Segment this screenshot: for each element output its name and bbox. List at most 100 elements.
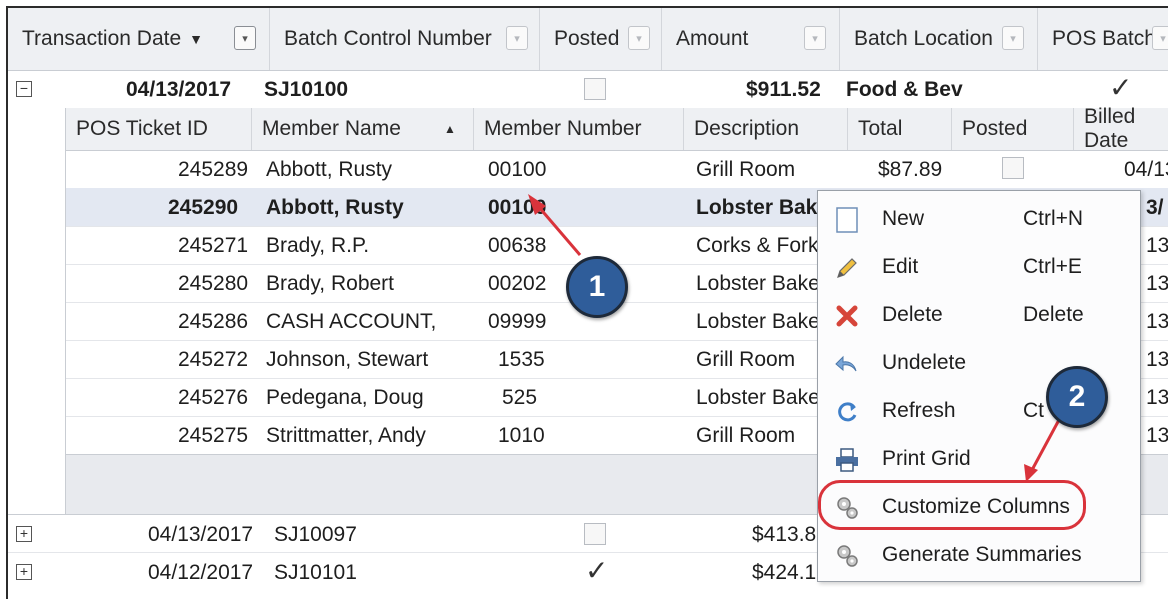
col-pos-batch[interactable]: POS Batch ▾ bbox=[1038, 8, 1168, 70]
menu-item-label: Generate Summaries bbox=[882, 543, 1082, 566]
detail-grid-header: POS Ticket ID Member Name ▲ Member Number… bbox=[66, 105, 1168, 152]
member-name: Strittmatter, Andy bbox=[266, 424, 426, 447]
batch-date: 04/13/2017 bbox=[126, 78, 232, 101]
member-number: 00202 bbox=[488, 272, 547, 295]
billed-date: 04/13/ bbox=[1124, 158, 1168, 181]
new-document-icon bbox=[836, 207, 858, 233]
menu-item-delete[interactable]: Delete Delete bbox=[818, 291, 1138, 339]
ticket-id: 245275 bbox=[178, 424, 249, 447]
billed-date: 13/ bbox=[1146, 424, 1168, 447]
callout-2: 2 bbox=[1046, 366, 1108, 428]
menu-item-label: Edit bbox=[882, 255, 919, 278]
customize-columns-highlight bbox=[818, 480, 1086, 530]
col-billed-date-label: Billed Date bbox=[1084, 105, 1136, 152]
ticket-id: 245289 bbox=[178, 158, 249, 181]
callout-1: 1 bbox=[566, 256, 628, 318]
posted-checkbox[interactable] bbox=[1002, 157, 1024, 179]
col-member-name[interactable]: Member Name ▲ bbox=[252, 108, 474, 150]
delete-x-icon bbox=[836, 305, 858, 327]
member-name: Pedegana, Doug bbox=[266, 386, 424, 409]
member-number: 09999 bbox=[488, 310, 547, 333]
description: Lobster Bake bbox=[696, 272, 820, 295]
ticket-id: 245290 bbox=[168, 196, 239, 219]
col-transaction-date[interactable]: Transaction Date ▼ ▾ bbox=[8, 8, 270, 70]
gears-icon bbox=[837, 545, 858, 567]
col-detail-posted[interactable]: Posted bbox=[952, 108, 1074, 150]
batch-number: SJ10097 bbox=[274, 523, 357, 546]
description: Lobster Bake bbox=[696, 386, 820, 409]
main-grid-header: Transaction Date ▼ ▾ Batch Control Numbe… bbox=[8, 8, 1168, 71]
col-batch-location[interactable]: Batch Location ▾ bbox=[840, 8, 1038, 70]
batch-number: SJ10100 bbox=[264, 78, 349, 101]
expand-icon[interactable]: + bbox=[16, 526, 32, 542]
col-transaction-date-label: Transaction Date bbox=[22, 27, 182, 50]
menu-item-edit[interactable]: Edit Ctrl+E bbox=[818, 243, 1138, 291]
col-member-name-label: Member Name bbox=[262, 117, 401, 140]
refresh-icon bbox=[838, 402, 857, 422]
menu-item-label: Refresh bbox=[882, 399, 956, 422]
col-batch-control-number-label: Batch Control Number bbox=[284, 27, 492, 50]
billed-date: 13/ bbox=[1146, 386, 1168, 409]
undo-arrow-icon bbox=[835, 355, 857, 372]
billed-date: 13/ bbox=[1146, 310, 1168, 333]
member-name: CASH ACCOUNT, bbox=[266, 310, 437, 333]
batch-amount: $911.52 bbox=[746, 78, 821, 101]
sort-asc-icon: ▲ bbox=[444, 122, 456, 136]
batch-location: Food & Bev bbox=[846, 78, 963, 101]
member-number: 1010 bbox=[498, 424, 545, 447]
posted-checkbox[interactable] bbox=[584, 78, 606, 100]
posted-checkbox[interactable] bbox=[584, 554, 608, 587]
col-amount[interactable]: Amount ▾ bbox=[662, 8, 840, 70]
col-posted[interactable]: Posted ▾ bbox=[540, 8, 662, 70]
col-detail-posted-label: Posted bbox=[962, 117, 1028, 140]
member-name: Johnson, Stewart bbox=[266, 348, 429, 371]
printer-icon bbox=[836, 448, 858, 472]
member-number: 00638 bbox=[488, 234, 547, 257]
pos-batch-checkbox[interactable] bbox=[1108, 71, 1132, 104]
batch-amount: $413.8 bbox=[752, 523, 817, 546]
batch-amount: $424.1 bbox=[752, 561, 817, 584]
col-description-label: Description bbox=[694, 117, 800, 140]
billed-date: 13/ bbox=[1146, 234, 1168, 257]
menu-item-generate-summaries[interactable]: Generate Summaries bbox=[818, 531, 1138, 579]
shortcut-label: Ct bbox=[1023, 399, 1044, 422]
col-member-number-label: Member Number bbox=[484, 117, 642, 140]
ticket-id: 245280 bbox=[178, 272, 249, 295]
filter-dropdown-icon[interactable]: ▾ bbox=[1002, 26, 1024, 50]
ticket-id: 245276 bbox=[178, 386, 249, 409]
menu-item-label: Delete bbox=[882, 303, 943, 326]
filter-dropdown-icon[interactable]: ▾ bbox=[506, 26, 528, 50]
col-batch-location-label: Batch Location bbox=[854, 27, 993, 50]
filter-dropdown-icon[interactable]: ▾ bbox=[804, 26, 826, 50]
collapse-icon[interactable]: − bbox=[16, 81, 32, 97]
col-batch-control-number[interactable]: Batch Control Number ▾ bbox=[270, 8, 540, 70]
filter-dropdown-icon[interactable]: ▾ bbox=[628, 26, 650, 50]
col-billed-date[interactable]: Billed Date bbox=[1074, 105, 1168, 152]
member-number: 00100 bbox=[488, 196, 547, 219]
filter-dropdown-icon[interactable]: ▾ bbox=[1152, 26, 1168, 50]
description: Lobster Bake bbox=[696, 310, 820, 333]
menu-item-print-grid[interactable]: Print Grid bbox=[818, 435, 1138, 483]
table-row[interactable]: 245289 Abbott, Rusty 00100 Grill Room $8… bbox=[66, 150, 1168, 189]
ticket-id: 245272 bbox=[178, 348, 249, 371]
shortcut-label: Ctrl+E bbox=[1023, 255, 1082, 278]
col-total[interactable]: Total bbox=[848, 108, 952, 150]
batch-row[interactable]: − 04/13/2017 SJ10100 $911.52 Food & Bev bbox=[8, 70, 1168, 108]
expand-icon[interactable]: + bbox=[16, 564, 32, 580]
batch-number: SJ10101 bbox=[274, 561, 357, 584]
col-member-number[interactable]: Member Number bbox=[474, 108, 684, 150]
menu-item-new[interactable]: New Ctrl+N bbox=[818, 195, 1138, 243]
sort-desc-icon: ▼ bbox=[189, 31, 203, 47]
col-description[interactable]: Description bbox=[684, 108, 848, 150]
description: Grill Room bbox=[696, 424, 796, 447]
filter-dropdown-icon[interactable]: ▾ bbox=[234, 26, 256, 50]
posted-checkbox[interactable] bbox=[584, 523, 606, 545]
billed-date: 13/ bbox=[1146, 348, 1168, 371]
col-pos-ticket-id-label: POS Ticket ID bbox=[76, 117, 208, 140]
member-name: Abbott, Rusty bbox=[266, 196, 404, 219]
description: Lobster Bake bbox=[696, 196, 830, 219]
col-total-label: Total bbox=[858, 117, 903, 140]
description: Corks & Forks bbox=[696, 234, 830, 257]
ticket-id: 245271 bbox=[178, 234, 249, 257]
col-pos-ticket-id[interactable]: POS Ticket ID bbox=[66, 108, 252, 150]
